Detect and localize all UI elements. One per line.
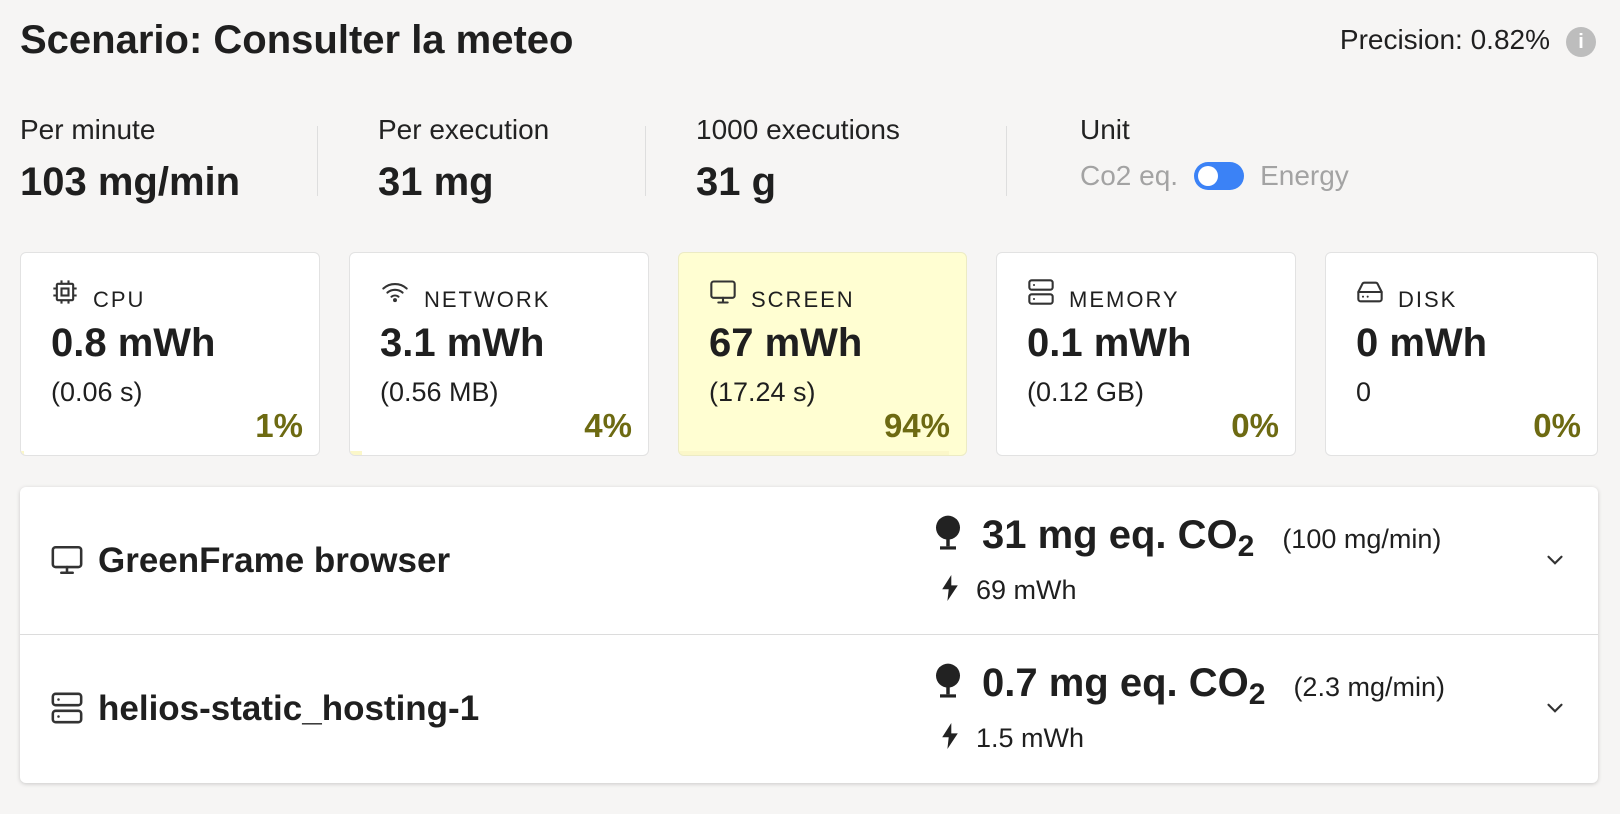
card-label: MEMORY bbox=[1069, 287, 1180, 312]
unit-option-co2[interactable]: Co2 eq. bbox=[1080, 160, 1178, 192]
energy-value: 1.5 mWh bbox=[976, 723, 1085, 753]
container-name: helios-static_hosting-1 bbox=[98, 689, 480, 728]
metric-card-disk[interactable]: DISK 0 mWh 0 0% bbox=[1325, 252, 1598, 456]
co2-subscript: 2 bbox=[1237, 530, 1255, 563]
tree-icon bbox=[932, 514, 964, 557]
stat-1000-executions: 1000 executions 31 g bbox=[696, 112, 976, 204]
stat-per-minute: Per minute 103 mg/min bbox=[20, 112, 290, 204]
stat-value: 31 mg bbox=[378, 160, 494, 204]
share-bar bbox=[350, 451, 362, 455]
co2-rate: (2.3 mg/min) bbox=[1293, 672, 1445, 702]
card-detail: (0.12 GB) bbox=[1027, 377, 1145, 407]
card-percent: 94% bbox=[883, 407, 950, 444]
metric-card-screen[interactable]: SCREEN 67 mWh (17.24 s) 94% bbox=[678, 252, 967, 456]
metric-card-memory[interactable]: MEMORY 0.1 mWh (0.12 GB) 0% bbox=[996, 252, 1296, 456]
tree-icon bbox=[932, 662, 964, 705]
wifi-icon bbox=[380, 278, 410, 311]
card-percent: 0% bbox=[1533, 407, 1581, 444]
unit-option-energy[interactable]: Energy bbox=[1260, 160, 1349, 192]
unit-label: Unit bbox=[1080, 114, 1130, 145]
server-icon bbox=[1027, 278, 1055, 311]
card-detail: (17.24 s) bbox=[709, 377, 816, 407]
stat-value: 31 g bbox=[696, 160, 777, 204]
stat-label: Per minute bbox=[20, 114, 156, 145]
card-label: CPU bbox=[93, 287, 146, 312]
bolt-icon bbox=[942, 723, 958, 754]
card-label: SCREEN bbox=[751, 287, 855, 312]
co2-rate: (100 mg/min) bbox=[1282, 524, 1442, 554]
unit-toggle[interactable] bbox=[1194, 162, 1245, 190]
card-label: DISK bbox=[1398, 287, 1458, 312]
containers-panel: GreenFrame browser 31 mg eq. CO 2 (100 mg… bbox=[20, 487, 1598, 783]
card-detail: (0.06 s) bbox=[51, 377, 143, 407]
card-detail: (0.56 MB) bbox=[380, 377, 499, 407]
divider bbox=[1006, 126, 1007, 196]
card-percent: 1% bbox=[255, 407, 303, 444]
server-icon bbox=[50, 691, 84, 730]
energy-value: 69 mWh bbox=[976, 575, 1077, 605]
container-row[interactable]: GreenFrame browser 31 mg eq. CO 2 (100 mg… bbox=[20, 487, 1598, 634]
cpu-icon bbox=[51, 278, 79, 311]
divider bbox=[317, 126, 318, 196]
chevron-down-icon[interactable] bbox=[1542, 547, 1568, 578]
toggle-knob bbox=[1198, 166, 1219, 186]
card-value: 3.1 mWh bbox=[380, 321, 545, 365]
harddrive-icon bbox=[1356, 278, 1384, 311]
metric-card-cpu[interactable]: CPU 0.8 mWh (0.06 s) 1% bbox=[20, 252, 320, 456]
monitor-icon bbox=[50, 543, 84, 582]
precision-label: Precision: 0.82% bbox=[1339, 24, 1550, 55]
bolt-icon bbox=[942, 575, 958, 606]
divider bbox=[645, 126, 646, 196]
co2-value: 0.7 mg eq. CO bbox=[982, 661, 1249, 705]
page-title: Scenario: Consulter la meteo bbox=[20, 18, 574, 62]
container-row[interactable]: helios-static_hosting-1 0.7 mg eq. CO 2 (… bbox=[20, 634, 1598, 782]
container-name: GreenFrame browser bbox=[98, 541, 451, 580]
card-percent: 0% bbox=[1231, 407, 1279, 444]
share-bar bbox=[679, 451, 949, 455]
metric-card-network[interactable]: NETWORK 3.1 mWh (0.56 MB) 4% bbox=[349, 252, 649, 456]
stat-label: 1000 executions bbox=[696, 114, 900, 145]
monitor-icon bbox=[709, 278, 737, 311]
info-icon[interactable]: i bbox=[1566, 27, 1596, 57]
unit-selector: Unit Co2 eq. Energy bbox=[1080, 112, 1460, 202]
chevron-down-icon[interactable] bbox=[1542, 695, 1568, 726]
card-value: 0.8 mWh bbox=[51, 321, 216, 365]
stat-per-execution: Per execution 31 mg bbox=[378, 112, 628, 204]
card-value: 0.1 mWh bbox=[1027, 321, 1192, 365]
co2-subscript: 2 bbox=[1248, 678, 1266, 711]
stat-label: Per execution bbox=[378, 114, 550, 145]
card-value: 0 mWh bbox=[1356, 321, 1488, 365]
co2-value: 31 mg eq. CO bbox=[982, 513, 1238, 557]
card-percent: 4% bbox=[584, 407, 632, 444]
card-label: NETWORK bbox=[424, 287, 551, 312]
stat-value: 103 mg/min bbox=[20, 160, 241, 204]
share-bar bbox=[21, 451, 24, 455]
card-detail: 0 bbox=[1356, 377, 1372, 407]
card-value: 67 mWh bbox=[709, 321, 863, 365]
